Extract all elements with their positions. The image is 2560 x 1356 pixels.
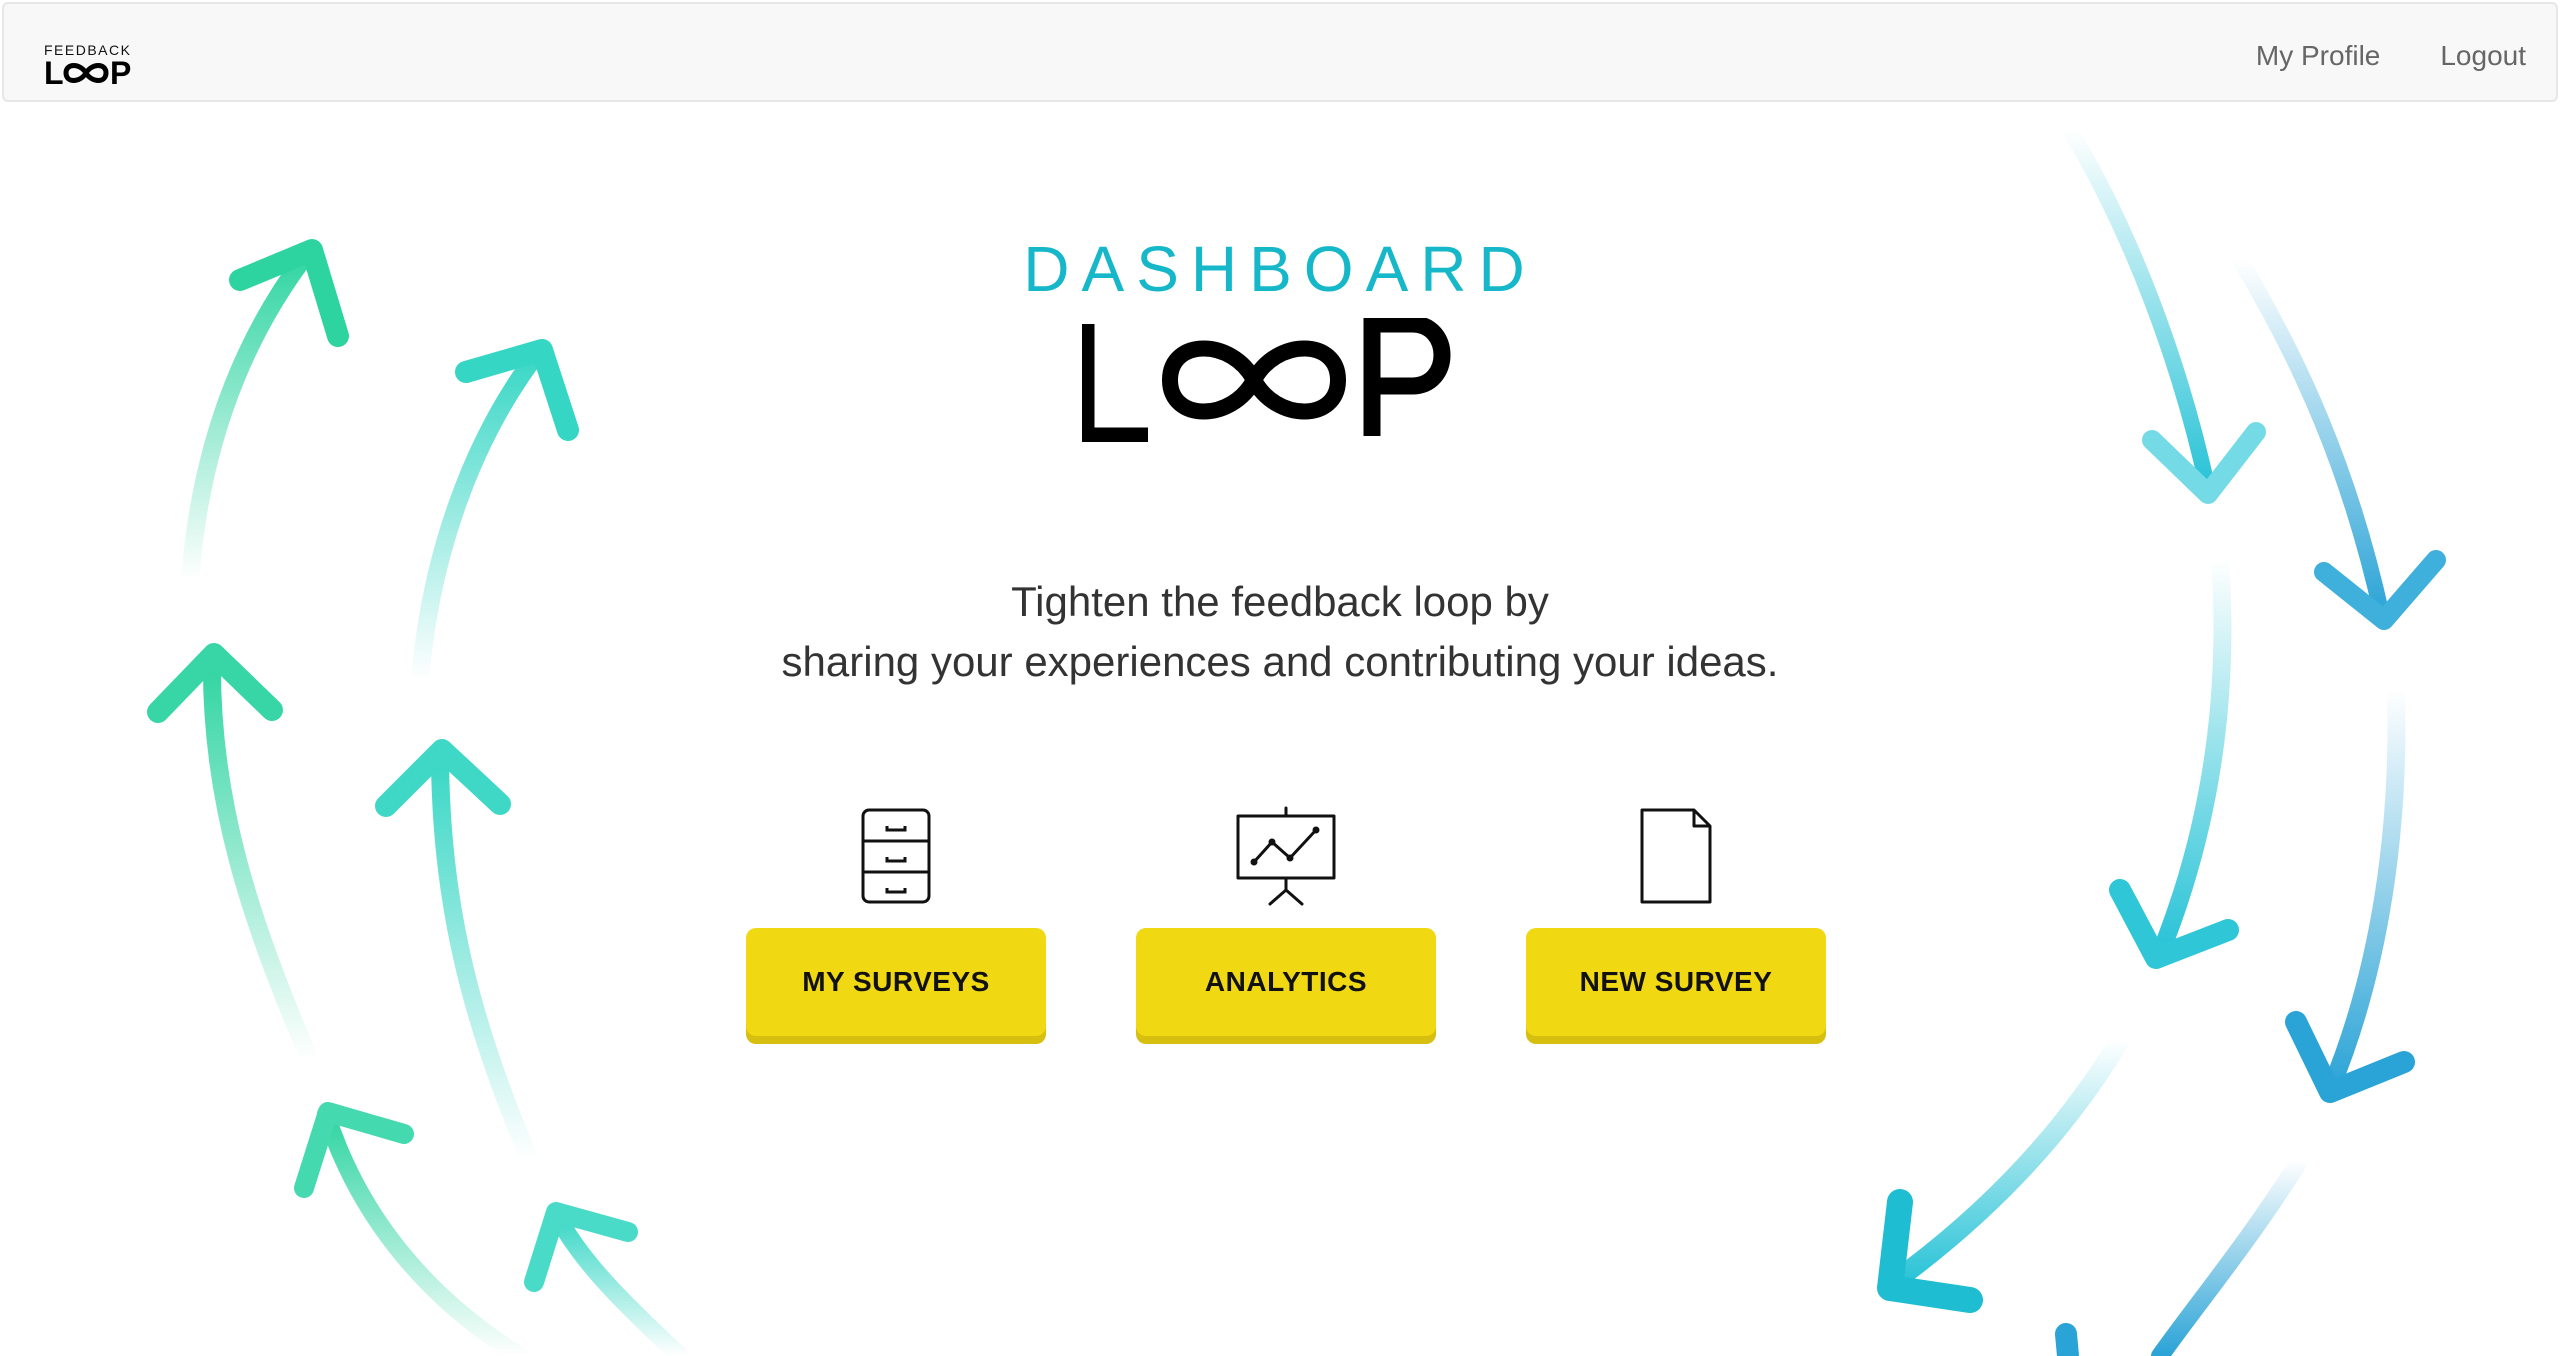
tagline: Tighten the feedback loop by sharing you… [0, 572, 2560, 692]
top-navbar: FEEDBACK L P My Profile Logout [2, 2, 2558, 102]
hero-section: DASHBOARD Tighten the feedback loop by s… [0, 0, 2560, 1356]
logout-link[interactable]: Logout [2440, 40, 2526, 72]
svg-text:L: L [44, 59, 65, 87]
presentation-chart-icon [1236, 806, 1336, 906]
my-profile-link[interactable]: My Profile [2256, 40, 2380, 72]
brand-big-text: L P [44, 55, 142, 91]
tagline-line-1: Tighten the feedback loop by [1011, 578, 1549, 625]
nav-links: My Profile Logout [2256, 40, 2526, 72]
my-surveys-button[interactable]: MY SURVEYS [746, 928, 1046, 1036]
dashboard-title: DASHBOARD [1023, 233, 1537, 305]
dashboard-page: FEEDBACK L P My Profile Logout DASHBOARD [0, 0, 2560, 1356]
new-survey-button[interactable]: NEW SURVEY [1526, 928, 1826, 1036]
analytics-button[interactable]: ANALYTICS [1136, 928, 1436, 1036]
brand-logo[interactable]: FEEDBACK L P [40, 36, 144, 92]
brand-loop-icon: L P [44, 55, 132, 91]
file-cabinet-icon [861, 808, 931, 904]
loop-logo [1082, 318, 1451, 442]
tagline-line-2: sharing your experiences and contributin… [781, 638, 1779, 685]
document-icon [1640, 808, 1712, 904]
svg-text:P: P [110, 59, 132, 87]
